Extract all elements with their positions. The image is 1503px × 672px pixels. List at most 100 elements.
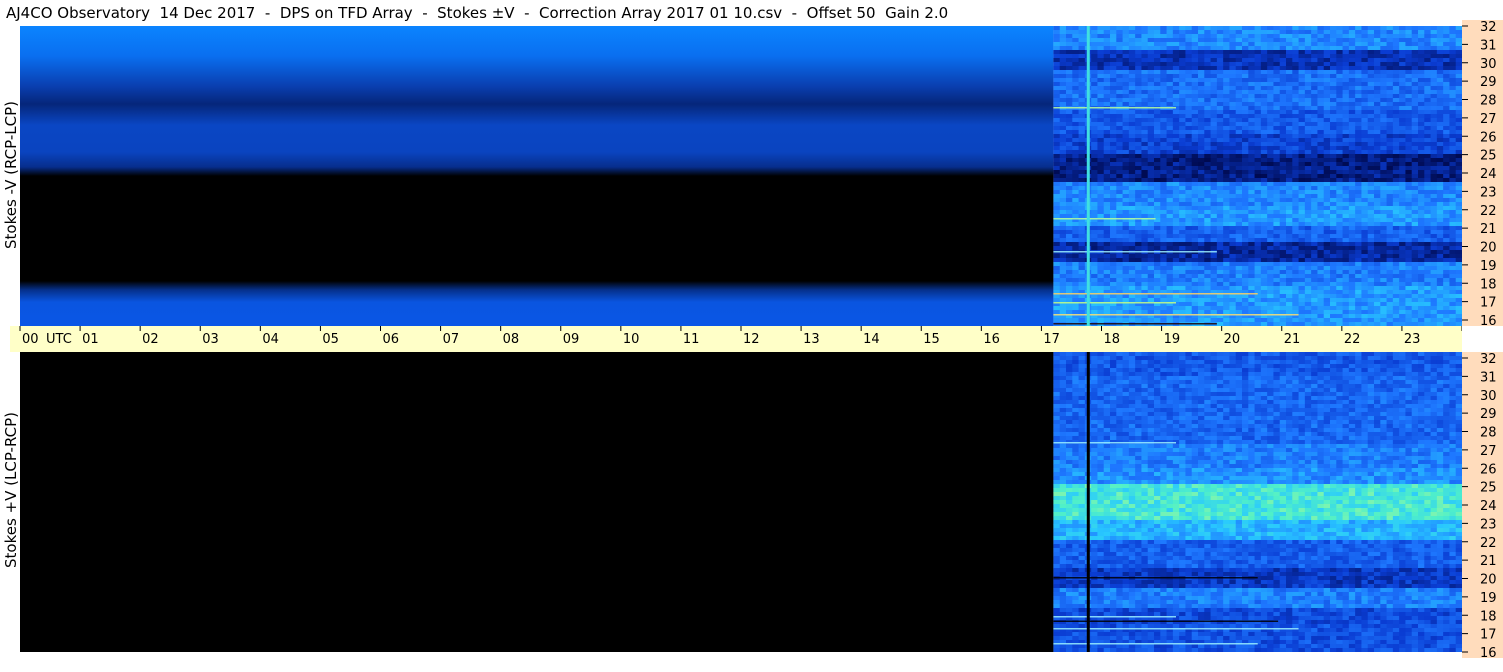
spectrogram-cell xyxy=(1311,50,1319,55)
spectrogram-cell xyxy=(1317,278,1325,283)
spectrogram-cell xyxy=(1166,206,1174,211)
spectrogram-cell xyxy=(1386,238,1394,243)
spectrogram-cell xyxy=(1405,158,1413,163)
spectrogram-cell xyxy=(1292,274,1300,279)
spectrogram-cell xyxy=(1311,246,1319,251)
spectrogram-cell xyxy=(1330,274,1337,279)
spectrogram-cell xyxy=(1330,150,1337,155)
spectrogram-cell xyxy=(1304,46,1312,51)
spectrogram-cell xyxy=(1342,246,1350,251)
spectrogram-cell xyxy=(1336,230,1344,235)
spectrogram-cell xyxy=(1436,38,1444,43)
spectrogram-cell xyxy=(1072,114,1080,119)
spectrogram-cell xyxy=(1191,126,1199,131)
spectrogram-cell xyxy=(1260,298,1268,303)
spectrogram-cell xyxy=(1418,126,1425,131)
spectrogram-cell xyxy=(1392,126,1400,131)
spectrogram-cell xyxy=(1254,206,1262,211)
spectrogram-cell xyxy=(1260,306,1268,311)
spectrogram-cell xyxy=(1191,242,1199,247)
spectrogram-cell xyxy=(1355,250,1363,255)
spectrogram-cell xyxy=(1204,266,1212,271)
spectrogram-cell xyxy=(1166,118,1174,123)
spectrogram-cell xyxy=(1235,30,1243,35)
spectrogram-cell xyxy=(1223,198,1231,203)
spectrogram-cell xyxy=(1191,166,1199,171)
spectrogram-cell xyxy=(1286,142,1293,147)
spectrogram-cell xyxy=(1191,310,1199,315)
spectrogram-cell xyxy=(1191,38,1199,43)
spectrogram-cell xyxy=(1405,206,1413,211)
spectrogram-cell xyxy=(1386,310,1394,315)
spectrogram-cell xyxy=(1380,226,1388,231)
spectrogram-cell xyxy=(1336,70,1344,75)
spectrogram-cell xyxy=(1405,94,1413,99)
spectrogram-cell xyxy=(1279,282,1287,287)
spectrogram-cell xyxy=(1235,210,1243,215)
spectrogram-cell xyxy=(1317,182,1325,187)
spectrogram-cell xyxy=(1273,298,1281,303)
spectrogram-cell xyxy=(1330,286,1337,291)
spectrogram-cell xyxy=(1097,38,1105,43)
spectrogram-cell xyxy=(1110,306,1117,311)
spectrogram-cell xyxy=(1235,62,1243,67)
spectrogram-cell xyxy=(1223,274,1231,279)
spectrogram-cell xyxy=(1122,62,1130,67)
spectrogram-cell xyxy=(1128,282,1136,287)
spectrogram-cell xyxy=(1216,206,1224,211)
spectrogram-cell xyxy=(1254,298,1262,303)
spectrogram-cell xyxy=(1405,266,1413,271)
spectrogram-cell xyxy=(1172,242,1180,247)
spectrogram-cell xyxy=(1216,142,1224,147)
spectrogram-cell xyxy=(1267,278,1275,283)
spectrogram-cell xyxy=(1223,110,1231,115)
spectrogram-cell xyxy=(1405,270,1413,275)
spectrogram-cell xyxy=(1355,162,1363,167)
spectrogram-cell xyxy=(1154,66,1161,71)
spectrogram-cell xyxy=(1172,98,1180,103)
spectrogram-cell xyxy=(1091,202,1099,207)
spectrogram-cell xyxy=(1348,294,1356,299)
spectrogram-cell xyxy=(1254,162,1262,167)
spectrogram-cell xyxy=(1210,294,1218,299)
spectrogram-cell xyxy=(1399,30,1407,35)
spectrogram-cell xyxy=(1392,218,1400,223)
spectrogram-cell xyxy=(1053,134,1061,139)
spectrogram-cell xyxy=(1374,158,1381,163)
spectrogram-cell xyxy=(1166,114,1174,119)
spectrogram-cell xyxy=(1154,356,1161,361)
spectrogram-cell xyxy=(1411,174,1419,179)
spectrogram-cell xyxy=(1210,122,1218,127)
spectrogram-cell xyxy=(1449,46,1457,51)
spectrogram-cell xyxy=(1260,198,1268,203)
spectrogram-cell xyxy=(1392,122,1400,127)
spectrogram-cell xyxy=(1449,178,1457,183)
spectrogram-cell xyxy=(1122,130,1130,135)
spectrogram-cell xyxy=(1361,314,1369,319)
spectrogram-cell xyxy=(1216,294,1224,299)
spectrogram-cell xyxy=(1304,178,1312,183)
spectrogram-cell xyxy=(1147,134,1155,139)
spectrogram-cell xyxy=(1273,62,1281,67)
spectrogram-cell xyxy=(1367,318,1375,323)
spectrogram-cell xyxy=(1204,126,1212,131)
spectrogram-cell xyxy=(1273,226,1281,231)
spectrogram-cell xyxy=(1418,302,1425,307)
spectrogram-cell xyxy=(1424,318,1432,323)
spectrogram-cell xyxy=(1179,210,1187,215)
spectrogram-cell xyxy=(1436,70,1444,75)
spectrogram-cell xyxy=(1147,238,1155,243)
spectrogram-cell xyxy=(1311,318,1319,323)
spectrogram-cell xyxy=(1128,86,1136,91)
spectrogram-cell xyxy=(1242,122,1249,127)
spectrogram-cell xyxy=(1210,266,1218,271)
spectrogram-cell xyxy=(1059,134,1067,139)
spectrogram-cell xyxy=(1424,138,1432,143)
spectrogram-cell xyxy=(1116,174,1124,179)
spectrogram-cell xyxy=(1355,270,1363,275)
spectrogram-cell xyxy=(1399,274,1407,279)
spectrogram-cell xyxy=(1411,66,1419,71)
spectrogram-cell xyxy=(1336,182,1344,187)
spectrogram-cell xyxy=(1235,206,1243,211)
spectrogram-cell xyxy=(1072,254,1080,259)
